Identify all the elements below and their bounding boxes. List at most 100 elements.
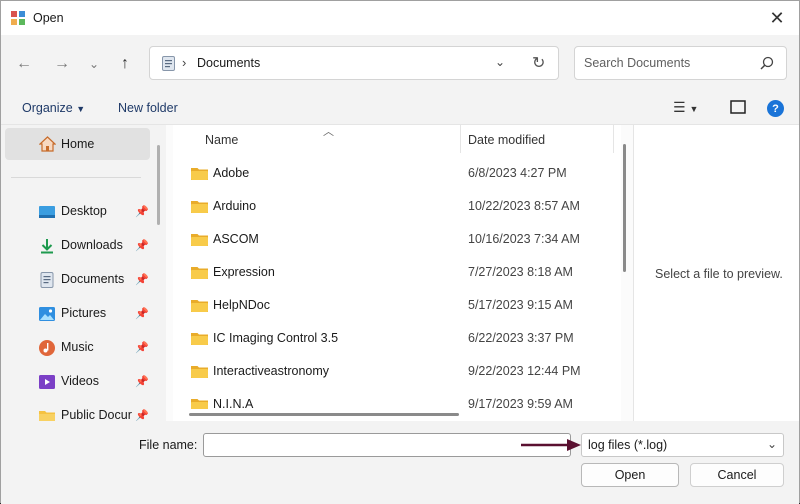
search-placeholder: Search Documents: [584, 56, 691, 70]
app-icon: [11, 11, 25, 25]
caret-down-icon: ▼: [689, 104, 699, 114]
organize-label: Organize: [22, 101, 73, 115]
bottom-bar: File name: log files (*.log) ⌄ Open Canc…: [1, 421, 799, 504]
command-toolbar: Organize ▼ New folder ☰ ▼ ?: [1, 91, 799, 125]
table-row[interactable]: Adobe 6/8/2023 4:27 PM: [173, 157, 613, 190]
sidebar-item-label: Public Docur: [61, 408, 132, 421]
view-options-button[interactable]: ☰ ▼: [673, 99, 698, 116]
pin-icon: 📌: [135, 410, 149, 421]
navigation-bar: ← → ⌄ ↑ › Documents ⌄ ↻ Search Documents: [1, 35, 799, 91]
file-date: 10/16/2023 7:34 AM: [468, 232, 580, 246]
chevron-down-icon[interactable]: ⌄: [495, 55, 505, 69]
chevron-down-icon: ⌄: [88, 57, 100, 71]
organize-menu[interactable]: Organize ▼: [22, 101, 85, 115]
pictures-icon: [39, 307, 55, 321]
sidebar-item-home[interactable]: Home: [5, 128, 150, 160]
title-bar: Open ✕: [1, 1, 799, 35]
file-name-label: File name:: [139, 438, 198, 452]
pin-icon: 📌: [135, 240, 149, 252]
sidebar-item-label: Music: [61, 340, 94, 354]
preview-pane: Select a file to preview.: [633, 125, 799, 421]
annotation-arrow-icon: [521, 439, 581, 451]
close-button[interactable]: ✕: [755, 1, 799, 35]
horizontal-scrollbar[interactable]: [173, 409, 621, 421]
open-file-dialog: Open ✕ ← → ⌄ ↑ › Documents ⌄ ↻ Search Do…: [0, 0, 800, 504]
new-folder-button[interactable]: New folder: [118, 101, 178, 115]
address-bar[interactable]: › Documents ⌄ ↻: [149, 46, 559, 80]
file-date: 10/22/2023 8:57 AM: [468, 199, 580, 213]
preview-pane-icon: [730, 100, 746, 114]
pin-icon: 📌: [135, 376, 149, 388]
column-date-modified[interactable]: Date modified: [468, 133, 545, 147]
preview-message: Select a file to preview.: [655, 267, 783, 281]
table-row[interactable]: ASCOM 10/16/2023 7:34 AM: [173, 223, 613, 256]
sidebar-item-music[interactable]: Music 📌: [1, 331, 156, 363]
scrollbar[interactable]: [157, 145, 160, 225]
help-button[interactable]: ?: [767, 100, 784, 117]
file-date: 9/22/2023 12:44 PM: [468, 364, 581, 378]
chevron-down-icon: ⌄: [766, 437, 777, 451]
arrow-right-icon: →: [54, 55, 70, 72]
table-row[interactable]: Expression 7/27/2023 8:18 AM: [173, 256, 613, 289]
file-name: ASCOM: [213, 232, 259, 246]
recent-locations-button[interactable]: ⌄: [83, 53, 105, 75]
window-title: Open: [33, 11, 64, 25]
sidebar-item-desktop[interactable]: Desktop 📌: [1, 195, 156, 227]
table-row[interactable]: Interactiveastronomy 9/22/2023 12:44 PM: [173, 355, 613, 388]
document-icon: [40, 272, 54, 288]
folder-icon: [191, 168, 208, 180]
file-name: Expression: [213, 265, 275, 279]
sidebar-item-public-documents[interactable]: Public Docur 📌: [1, 399, 156, 421]
file-type-filter[interactable]: log files (*.log) ⌄: [581, 433, 784, 457]
scrollbar-thumb[interactable]: [189, 413, 459, 416]
column-divider[interactable]: [460, 125, 461, 153]
cancel-button[interactable]: Cancel: [690, 463, 784, 487]
column-name[interactable]: Name: [205, 133, 238, 147]
breadcrumb-separator-icon: ›: [182, 55, 187, 70]
sidebar-item-documents[interactable]: Documents 📌: [1, 263, 156, 295]
table-row[interactable]: IC Imaging Control 3.5 6/22/2023 3:37 PM: [173, 322, 613, 355]
sidebar-item-videos[interactable]: Videos 📌: [1, 365, 156, 397]
forward-button[interactable]: →: [51, 53, 73, 75]
file-type-value: log files (*.log): [588, 438, 668, 452]
navigation-pane: Home Desktop 📌 Downloads 📌 Documents 📌 P…: [1, 125, 166, 421]
file-name: Arduino: [213, 199, 257, 213]
help-icon: ?: [772, 102, 779, 115]
folder-icon: [191, 201, 208, 213]
arrow-left-icon: ←: [16, 55, 32, 72]
search-icon[interactable]: [760, 56, 774, 70]
vertical-scrollbar[interactable]: [623, 144, 626, 272]
file-date: 6/8/2023 4:27 PM: [468, 166, 567, 180]
folder-icon: [191, 234, 208, 246]
up-button[interactable]: ↑: [114, 53, 136, 75]
divider: [11, 177, 141, 178]
caret-down-icon: ▼: [76, 104, 86, 114]
preview-pane-button[interactable]: [730, 100, 746, 117]
pin-icon: 📌: [135, 308, 149, 320]
breadcrumb-documents[interactable]: Documents: [197, 56, 260, 70]
back-button[interactable]: ←: [13, 53, 35, 75]
table-row[interactable]: HelpNDoc 5/17/2023 9:15 AM: [173, 289, 613, 322]
open-button[interactable]: Open: [581, 463, 679, 487]
pin-icon: 📌: [135, 206, 149, 218]
file-list: ︿ Name Date modified Adobe 6/8/2023 4:27…: [173, 125, 621, 421]
search-box[interactable]: Search Documents: [574, 46, 787, 80]
file-name-input[interactable]: [203, 433, 571, 457]
sidebar-item-pictures[interactable]: Pictures 📌: [1, 297, 156, 329]
file-date: 7/27/2023 8:18 AM: [468, 265, 573, 279]
folder-icon: [39, 411, 55, 421]
music-icon: [39, 340, 55, 356]
refresh-icon[interactable]: ↻: [532, 53, 545, 73]
sidebar-item-label: Desktop: [61, 204, 107, 218]
videos-icon: [39, 375, 55, 389]
sidebar-item-downloads[interactable]: Downloads 📌: [1, 229, 156, 261]
table-row[interactable]: Arduino 10/22/2023 8:57 AM: [173, 190, 613, 223]
file-name: IC Imaging Control 3.5: [213, 331, 339, 345]
folder-icon: [191, 300, 208, 312]
folder-icon: [191, 366, 208, 378]
home-icon: [39, 136, 56, 152]
file-date: 6/22/2023 3:37 PM: [468, 331, 574, 345]
pin-icon: 📌: [135, 274, 149, 286]
column-divider[interactable]: [613, 125, 614, 153]
sidebar-item-label: Documents: [61, 272, 125, 286]
